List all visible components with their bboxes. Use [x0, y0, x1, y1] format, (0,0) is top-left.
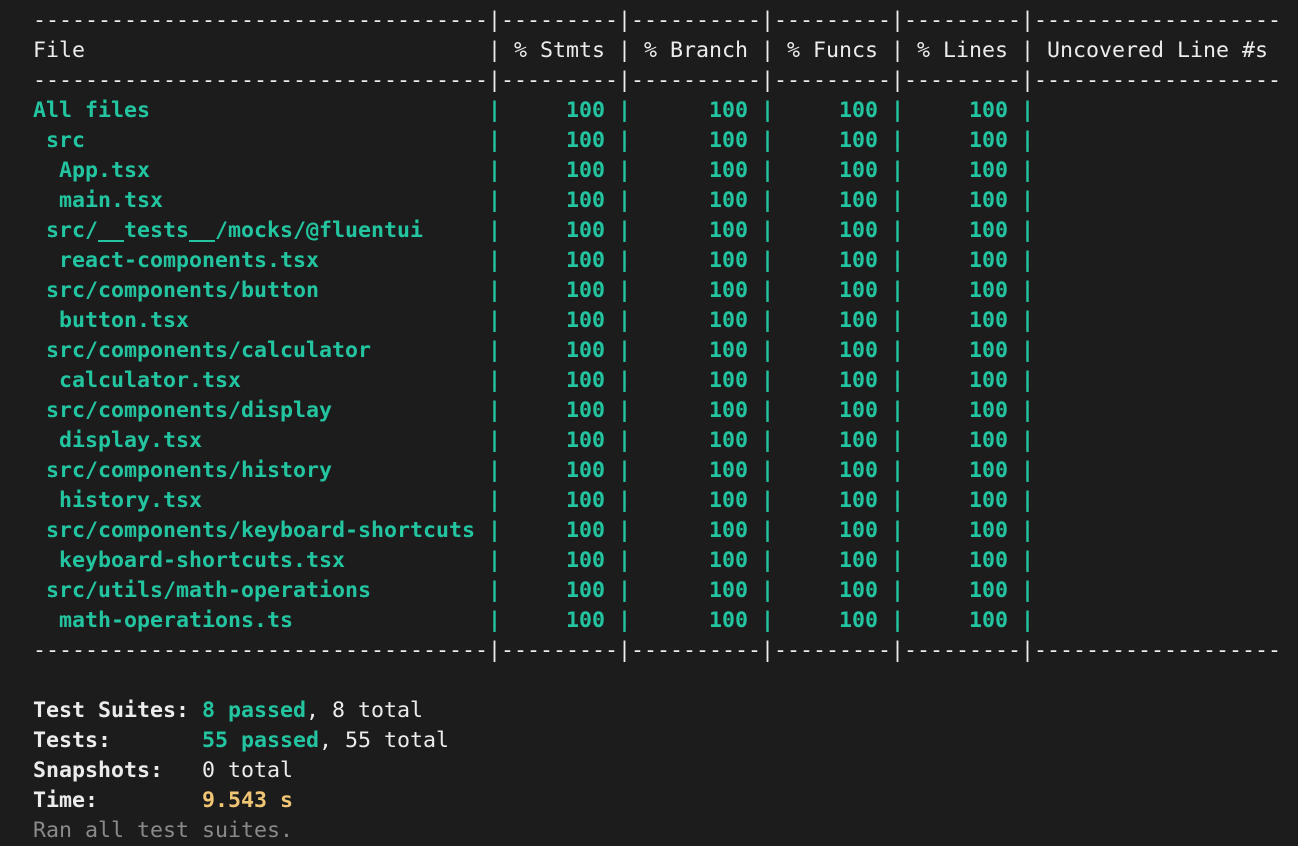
summary-test-suites: Test Suites: 8 passed, 8 total [33, 696, 423, 726]
coverage-row: src/components/calculator | 100 | 100 | … [33, 338, 1035, 363]
summary-label: Time: [33, 788, 99, 813]
tests-total: , 55 total [319, 728, 450, 753]
snapshots-value: 0 total [202, 758, 294, 783]
coverage-row: App.tsx | 100 | 100 | 100 | 100 | [33, 158, 1035, 183]
summary-label: Test Suites: [33, 698, 190, 723]
coverage-row: button.tsx | 100 | 100 | 100 | 100 | [33, 308, 1035, 333]
terminal-output: -----------------------------------|----… [0, 0, 1298, 845]
coverage-row: src/components/history | 100 | 100 | 100… [33, 458, 1035, 483]
coverage-row: math-operations.ts | 100 | 100 | 100 | 1… [33, 608, 1035, 633]
coverage-row: src/utils/math-operations | 100 | 100 | … [33, 578, 1035, 603]
coverage-row: src/components/button | 100 | 100 | 100 … [33, 278, 1035, 303]
summary-label: Tests: [33, 728, 112, 753]
coverage-row: display.tsx | 100 | 100 | 100 | 100 | [33, 428, 1035, 453]
table-separator-top: -----------------------------------|----… [33, 8, 1282, 33]
table-separator-bottom: -----------------------------------|----… [33, 638, 1282, 663]
coverage-table-header: File | % Stmts | % Branch | % Funcs | % … [33, 38, 1269, 63]
coverage-row-all-files: All files | 100 | 100 | 100 | 100 | [33, 98, 1035, 123]
coverage-row: calculator.tsx | 100 | 100 | 100 | 100 | [33, 368, 1035, 393]
coverage-row: history.tsx | 100 | 100 | 100 | 100 | [33, 488, 1035, 513]
table-separator-header: -----------------------------------|----… [33, 68, 1282, 93]
ran-all-message: Ran all test suites. [33, 818, 294, 843]
summary-time: Time: 9.543 s [33, 786, 293, 816]
time-value: 9.543 s [202, 788, 294, 813]
tests-passed: 55 passed [202, 728, 320, 753]
coverage-row: src | 100 | 100 | 100 | 100 | [33, 128, 1035, 153]
coverage-row: react-components.tsx | 100 | 100 | 100 |… [33, 248, 1035, 273]
summary-label: Snapshots: [33, 758, 164, 783]
suites-total: , 8 total [306, 698, 424, 723]
suites-passed: 8 passed [202, 698, 307, 723]
coverage-row: src/__tests__/mocks/@fluentui | 100 | 10… [33, 218, 1035, 243]
summary-tests: Tests: 55 passed, 55 total [33, 726, 449, 756]
coverage-row: src/components/keyboard-shortcuts | 100 … [33, 518, 1035, 543]
coverage-row: main.tsx | 100 | 100 | 100 | 100 | [33, 188, 1035, 213]
summary-snapshots: Snapshots: 0 total [33, 756, 293, 786]
coverage-row: src/components/display | 100 | 100 | 100… [33, 398, 1035, 423]
coverage-row: keyboard-shortcuts.tsx | 100 | 100 | 100… [33, 548, 1035, 573]
